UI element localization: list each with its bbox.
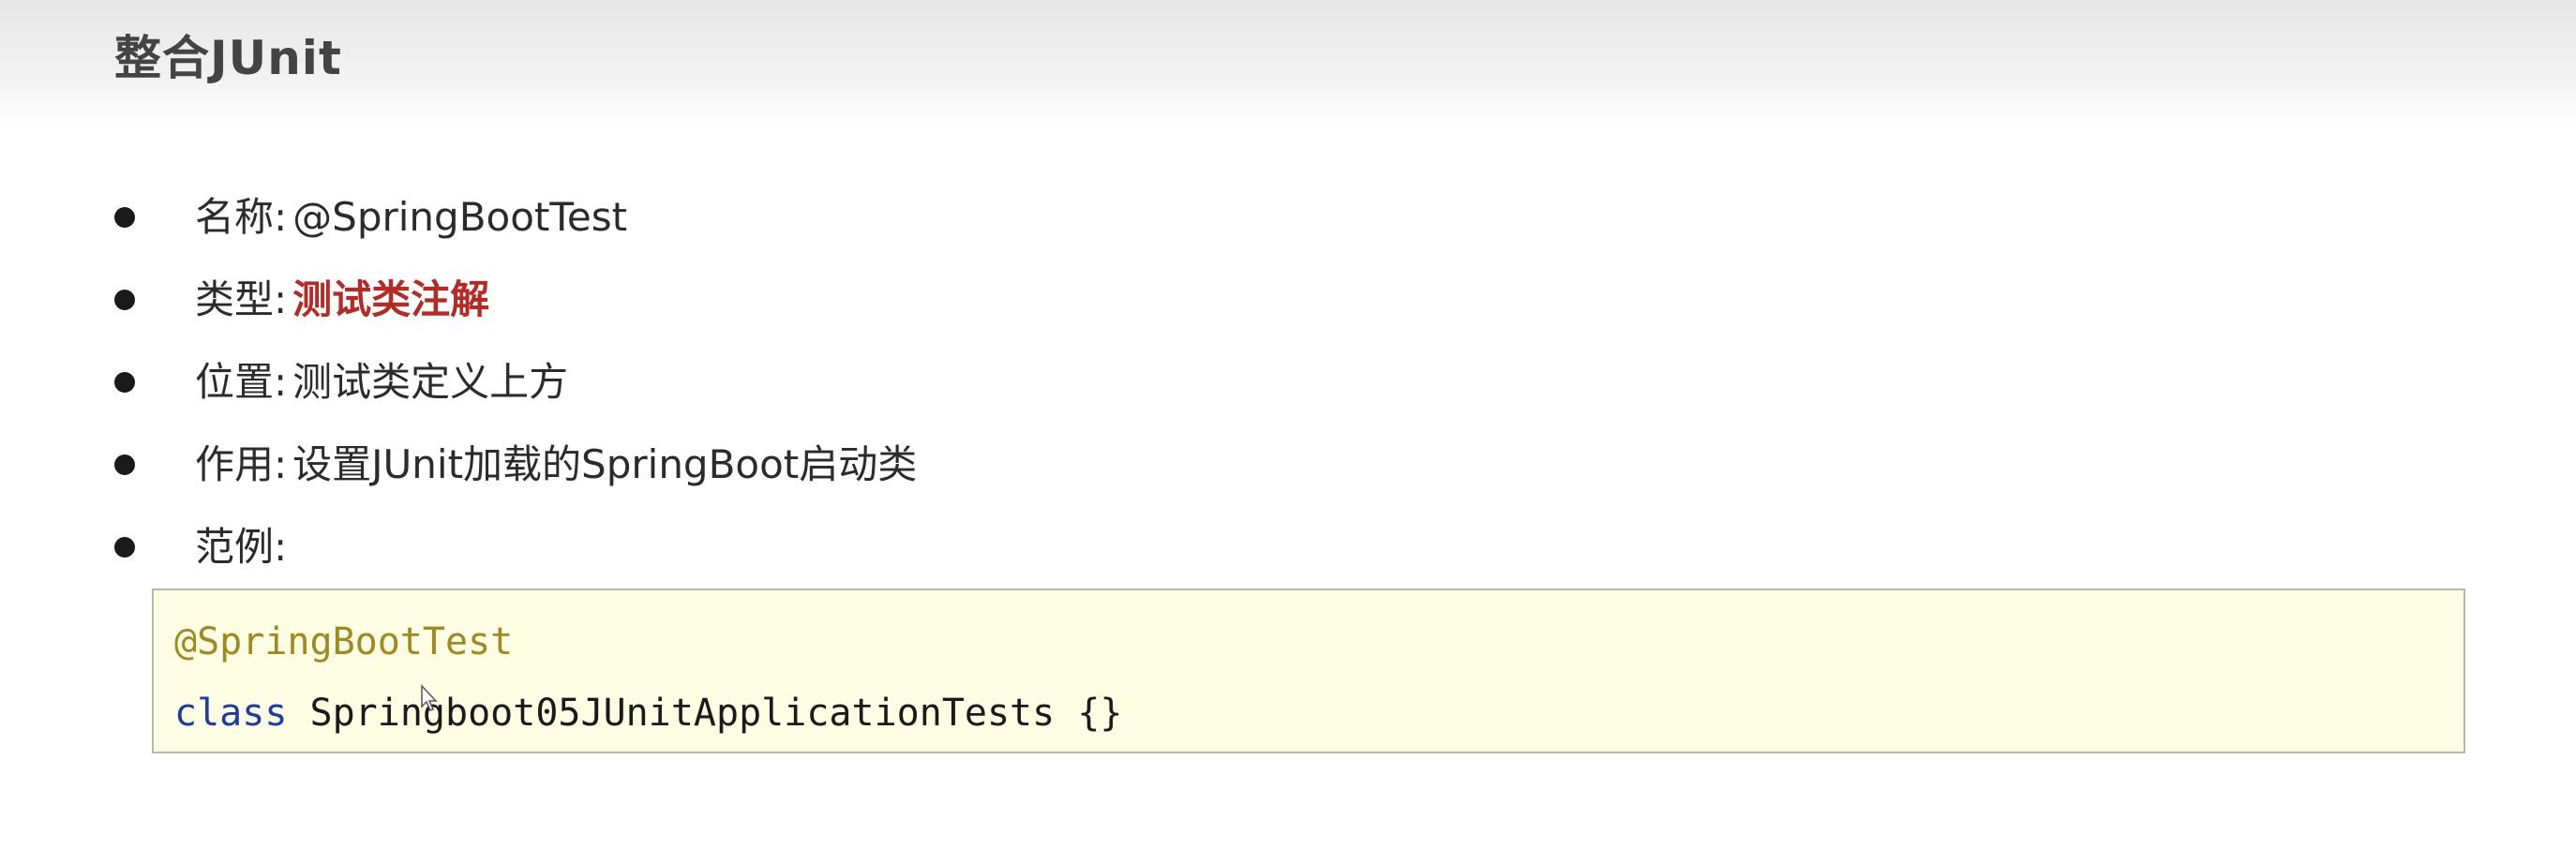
page-title: 整合JUnit <box>114 31 342 85</box>
bullet-label: 名称 <box>195 194 275 240</box>
bullet-value-emphasis: 测试类注解 <box>292 276 490 322</box>
code-keyword: class <box>174 692 288 735</box>
bullet-list: 名称 : @SpringBootTest 类型 : 测试类注解 位置 : 测试类… <box>114 176 917 588</box>
bullet-label: 作用 <box>195 441 275 487</box>
code-line-annotation: @SpringBootTest <box>174 618 513 665</box>
bullet-item-type: 类型 : 测试类注解 <box>114 259 917 341</box>
code-annotation: @SpringBootTest <box>174 620 514 663</box>
bullet-dot-icon <box>114 537 135 558</box>
bullet-value: 设置JUnit加载的SpringBoot启动类 <box>292 441 918 487</box>
code-line-class: class Springboot05JUnitApplicationTests … <box>174 690 1123 737</box>
bullet-label: 位置 <box>195 359 275 405</box>
bullet-dot-icon <box>114 372 135 393</box>
code-class-body: {} <box>1077 692 1123 735</box>
bullet-dot-icon <box>114 454 135 475</box>
bullet-item-example: 范例 : <box>114 506 917 588</box>
bullet-colon: : <box>274 359 288 405</box>
bullet-item-purpose: 作用 : 设置JUnit加载的SpringBoot启动类 <box>114 424 917 506</box>
bullet-colon: : <box>274 524 288 570</box>
bullet-item-name: 名称 : @SpringBootTest <box>114 176 917 259</box>
code-example-block: @SpringBootTest class Springboot05JUnitA… <box>152 588 2465 753</box>
bullet-label: 范例 <box>195 524 275 570</box>
bullet-value: @SpringBootTest <box>292 194 628 240</box>
bullet-item-position: 位置 : 测试类定义上方 <box>114 341 917 424</box>
bullet-dot-icon <box>114 290 135 310</box>
bullet-colon: : <box>274 194 288 240</box>
bullet-label: 类型 <box>195 276 275 322</box>
bullet-dot-icon <box>114 207 135 228</box>
bullet-colon: : <box>274 441 288 487</box>
mouse-cursor-icon <box>421 684 438 711</box>
bullet-colon: : <box>274 276 288 322</box>
title-band <box>0 0 2576 131</box>
bullet-value: 测试类定义上方 <box>292 359 569 405</box>
